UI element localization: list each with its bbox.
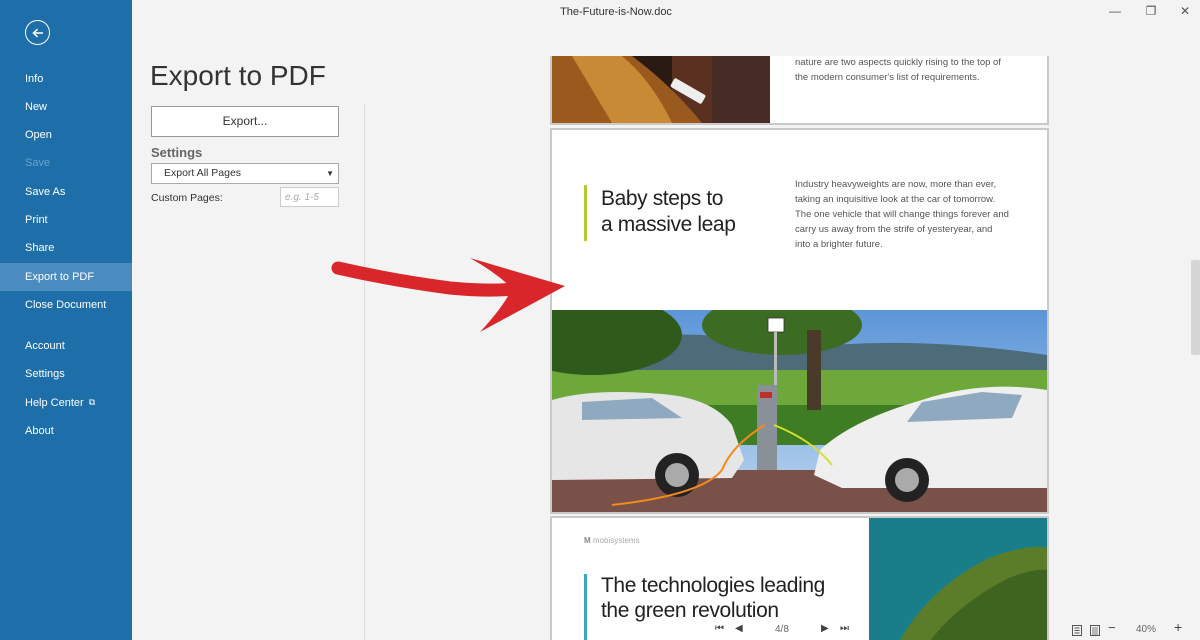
next-page-icon[interactable]: ▶ xyxy=(821,623,829,634)
car-photo-image xyxy=(552,56,770,123)
body-text-line-3: The one vehicle that will change things … xyxy=(795,209,1009,220)
sidebar-item-save: Save xyxy=(25,157,51,169)
last-page-icon[interactable]: ⏭ xyxy=(840,623,849,634)
sidebar-item-save-as[interactable]: Save As xyxy=(0,179,132,205)
document-page-next: M mobisystems The technologies leading t… xyxy=(550,516,1049,640)
headline-accent-bar xyxy=(584,185,587,241)
electric-cars-charging-image xyxy=(552,310,1047,512)
custom-pages-label: Custom Pages: xyxy=(151,192,223,204)
zoom-out-button[interactable]: − xyxy=(1108,620,1116,635)
brand-logo-text: mobisystems xyxy=(592,536,640,545)
restore-button[interactable]: ❐ xyxy=(1138,2,1164,20)
page-title: Export to PDF xyxy=(150,60,326,91)
bottom-headline-line-1: The technologies leading xyxy=(601,574,825,597)
body-text-line-5: into a brighter future. xyxy=(795,239,883,250)
sidebar-item-account[interactable]: Account xyxy=(0,333,132,359)
forest-aerial-image xyxy=(869,518,1047,640)
sidebar-item-info[interactable]: Info xyxy=(0,66,132,92)
sidebar-item-new[interactable]: New xyxy=(0,94,132,120)
body-text-line-1: Industry heavyweights are now, more than… xyxy=(795,179,997,190)
zoom-in-button[interactable]: + xyxy=(1174,619,1182,635)
sidebar-item-about[interactable]: About xyxy=(0,418,132,444)
red-arrow-icon xyxy=(331,258,565,332)
brand-logo-icon: M xyxy=(584,536,591,545)
help-center-label: Help Center xyxy=(25,397,84,409)
page-view-icon[interactable] xyxy=(1072,625,1082,636)
page-top-text-line-1: nature are two aspects quickly rising to… xyxy=(795,57,1001,68)
chevron-down-icon: ▼ xyxy=(326,169,334,178)
sidebar-item-settings[interactable]: Settings xyxy=(0,361,132,387)
sidebar-item-export-to-pdf[interactable]: Export to PDF xyxy=(0,263,132,291)
backstage-sidebar: Info New Open Save Save As Print Share E… xyxy=(0,0,132,640)
zoom-level: 40% xyxy=(1136,624,1157,635)
close-button[interactable]: ✕ xyxy=(1172,2,1198,20)
export-pages-select[interactable]: Export All Pages ▼ xyxy=(151,163,339,184)
vertical-scrollbar-thumb[interactable] xyxy=(1191,260,1200,355)
external-link-icon: ⧉ xyxy=(88,397,96,407)
sidebar-item-help-center[interactable]: Help Center ⧉ xyxy=(0,389,132,415)
bottom-headline-line-2: the green revolution xyxy=(601,599,779,622)
sidebar-item-close-document[interactable]: Close Document xyxy=(0,292,132,318)
document-page-top: nature are two aspects quickly rising to… xyxy=(550,56,1049,125)
minimize-button[interactable]: — xyxy=(1102,2,1128,20)
body-text-line-4: carry us away from the strife of yestery… xyxy=(795,224,993,235)
previous-page-icon[interactable]: ◀ xyxy=(735,623,743,634)
web-layout-icon[interactable] xyxy=(1090,625,1100,636)
page-top-text-line-2: the modern consumer's list of requiremen… xyxy=(795,72,980,83)
panel-divider xyxy=(364,104,365,640)
arrow-left-icon xyxy=(31,28,43,37)
sidebar-item-open[interactable]: Open xyxy=(0,122,132,148)
sidebar-item-print[interactable]: Print xyxy=(0,207,132,233)
first-page-icon[interactable]: ⏮ xyxy=(715,623,724,634)
page-indicator: 4/8 xyxy=(775,624,789,635)
body-text-line-2: taking an inquisitive look at the car of… xyxy=(795,194,996,205)
sidebar-item-share[interactable]: Share xyxy=(0,235,132,261)
custom-pages-input[interactable] xyxy=(280,187,339,207)
document-page-current: Baby steps to a massive leap Industry he… xyxy=(550,128,1049,514)
bottom-headline-accent-bar xyxy=(584,574,587,640)
brand-logo: M mobisystems xyxy=(584,536,640,545)
export-button[interactable]: Export... xyxy=(151,106,339,137)
back-button[interactable] xyxy=(25,20,50,45)
headline-line-1: Baby steps to xyxy=(601,187,724,210)
settings-heading: Settings xyxy=(151,145,203,160)
headline-line-2: a massive leap xyxy=(601,213,736,236)
export-pages-value: Export All Pages xyxy=(164,167,242,179)
